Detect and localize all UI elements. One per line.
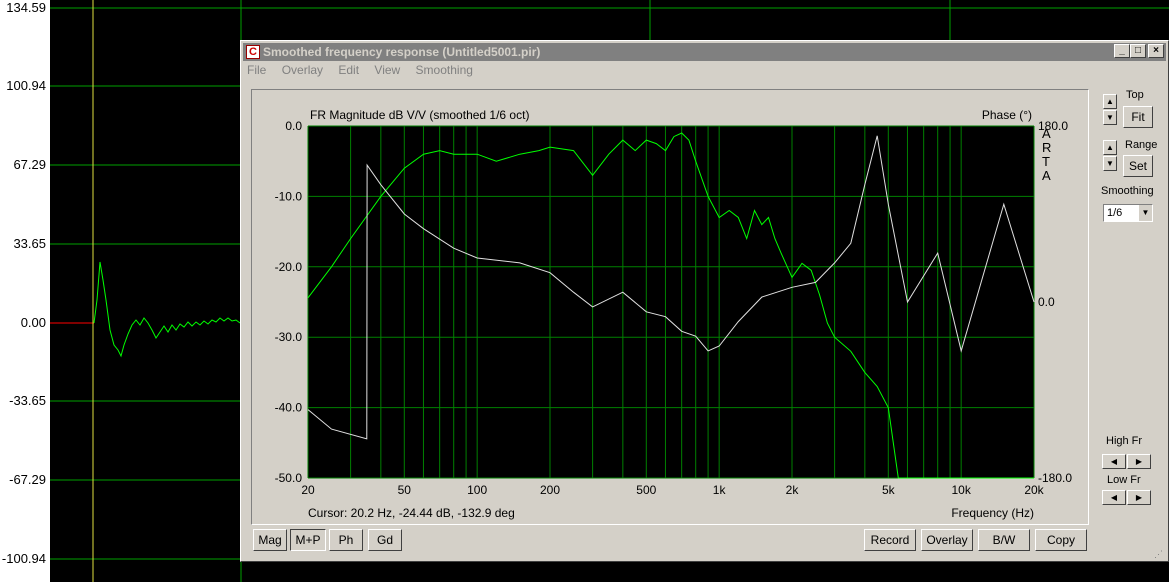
- y-left-tick-labels: 0.0 -10.0 -20.0 -30.0 -40.0 -50.0: [275, 119, 303, 485]
- plot-area: [308, 126, 1034, 478]
- impulse-trace: [93, 261, 241, 358]
- chevron-down-icon[interactable]: ▼: [1138, 205, 1152, 221]
- fr-plot-frame: FR Magnitude dB V/V (smoothed 1/6 oct) P…: [251, 89, 1089, 525]
- bg-y-tick: 67.29: [13, 157, 46, 172]
- fr-plot[interactable]: FR Magnitude dB V/V (smoothed 1/6 oct) P…: [252, 90, 1088, 524]
- smoothing-value: 1/6: [1107, 207, 1123, 219]
- x-tick-label: 2k: [786, 483, 800, 497]
- x-tick-label: 20k: [1024, 483, 1044, 497]
- bg-y-tick: 0.00: [21, 315, 46, 330]
- x-tick-label: 200: [540, 483, 560, 497]
- top-down-button[interactable]: ▼: [1103, 110, 1117, 125]
- mag-button[interactable]: Mag: [253, 529, 287, 551]
- top-label: Top: [1126, 89, 1144, 101]
- bg-y-tick: 100.94: [6, 78, 46, 93]
- phase-axis-title: Phase (°): [982, 108, 1032, 122]
- menu-overlay[interactable]: Overlay: [282, 63, 323, 77]
- x-tick-label: 50: [398, 483, 412, 497]
- range-down-button[interactable]: ▼: [1103, 156, 1117, 171]
- low-fr-left-button[interactable]: ◀: [1102, 490, 1126, 505]
- set-button[interactable]: Set: [1123, 155, 1153, 177]
- window-title: Smoothed frequency response (Untitled500…: [263, 45, 541, 59]
- smoothing-label: Smoothing: [1101, 185, 1154, 197]
- brand-letter: A: [1042, 168, 1051, 183]
- bg-y-tick: -67.29: [9, 472, 46, 487]
- low-fr-right-button[interactable]: ▶: [1127, 490, 1151, 505]
- x-tick-label: 500: [636, 483, 656, 497]
- brand-letter: T: [1042, 154, 1050, 169]
- smoothing-select[interactable]: 1/6 ▼: [1103, 204, 1153, 222]
- bg-y-tick: 33.65: [13, 236, 46, 251]
- overlay-button[interactable]: Overlay: [921, 529, 973, 551]
- bg-y-tick: 134.59: [6, 0, 46, 15]
- ph-button[interactable]: Ph: [329, 529, 363, 551]
- x-tick-label: 10k: [951, 483, 971, 497]
- smoothed-fr-window: C Smoothed frequency response (Untitled5…: [240, 40, 1169, 562]
- x-tick-label: 100: [467, 483, 487, 497]
- x-tick-label: 5k: [882, 483, 896, 497]
- y-tick-label: -10.0: [275, 189, 303, 203]
- bw-button[interactable]: B/W: [978, 529, 1030, 551]
- fit-button[interactable]: Fit: [1123, 106, 1153, 128]
- range-up-button[interactable]: ▲: [1103, 140, 1117, 155]
- range-label: Range: [1125, 139, 1158, 151]
- gd-button[interactable]: Gd: [368, 529, 402, 551]
- y-tick-label: -30.0: [275, 330, 303, 344]
- top-up-button[interactable]: ▲: [1103, 94, 1117, 109]
- close-button[interactable]: ×: [1148, 44, 1164, 58]
- y-tick-label: 0.0: [285, 119, 302, 133]
- menu-file[interactable]: File: [247, 63, 266, 77]
- low-fr-label: Low Fr: [1107, 474, 1141, 486]
- x-tick-label: 20: [301, 483, 315, 497]
- menu-edit[interactable]: Edit: [338, 63, 359, 77]
- y-tick-label: -40.0: [275, 401, 303, 415]
- high-fr-label: High Fr: [1106, 435, 1143, 447]
- plot-title: FR Magnitude dB V/V (smoothed 1/6 oct): [310, 108, 529, 122]
- app-icon: C: [246, 45, 260, 59]
- cursor-readout: Cursor: 20.2 Hz, -24.44 dB, -132.9 deg: [308, 506, 515, 520]
- y-tick-label: -50.0: [275, 471, 303, 485]
- minimize-button[interactable]: _: [1114, 44, 1130, 58]
- x-tick-label: 1k: [713, 483, 727, 497]
- title-bar[interactable]: C Smoothed frequency response (Untitled5…: [243, 43, 1166, 61]
- menu-view[interactable]: View: [374, 63, 400, 77]
- record-button[interactable]: Record: [864, 529, 916, 551]
- bg-y-tick: -100.94: [2, 551, 46, 566]
- y-right-tick-label: 180.0: [1038, 119, 1068, 133]
- x-axis-label: Frequency (Hz): [951, 506, 1034, 520]
- high-fr-right-button[interactable]: ▶: [1127, 454, 1151, 469]
- menu-bar: File Overlay Edit View Smoothing: [247, 63, 485, 81]
- x-tick-labels: 20 50 100 200 500 1k 2k 5k 10k 20k: [301, 483, 1044, 497]
- resize-grip[interactable]: ⋰: [1154, 549, 1166, 561]
- menu-smoothing[interactable]: Smoothing: [416, 63, 473, 77]
- copy-button[interactable]: Copy: [1035, 529, 1087, 551]
- high-fr-left-button[interactable]: ◀: [1102, 454, 1126, 469]
- y-right-tick-label: 0.0: [1038, 295, 1055, 309]
- maximize-button[interactable]: □: [1130, 44, 1146, 58]
- brand-letter: R: [1042, 140, 1051, 155]
- y-tick-label: -20.0: [275, 260, 303, 274]
- bg-y-tick: -33.65: [9, 393, 46, 408]
- mp-button[interactable]: M+P: [290, 529, 326, 551]
